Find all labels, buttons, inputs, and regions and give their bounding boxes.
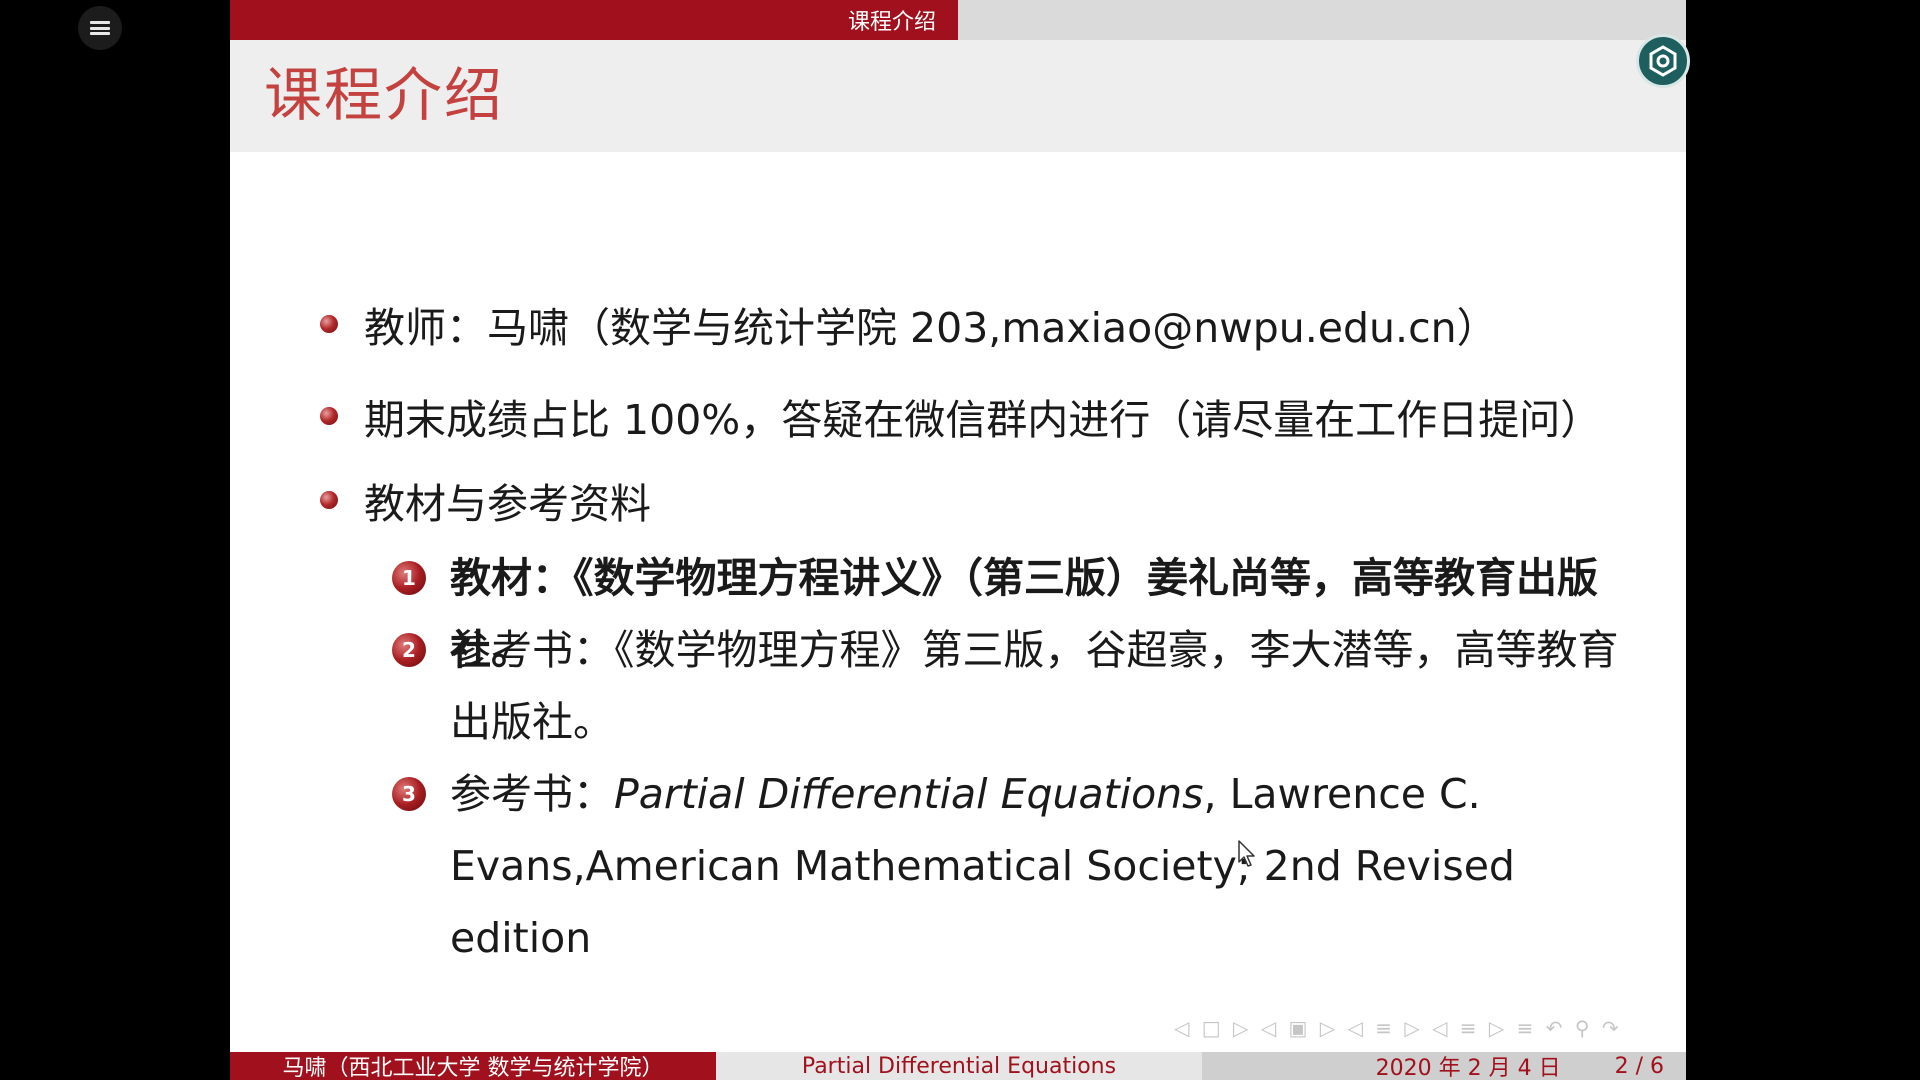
bullet-item-teacher: 教师：马啸（数学与统计学院 203,maxiao@nwpu.edu.cn） [320, 294, 1498, 354]
reference-item-2: 2 参考书：《数学物理方程》第三版，谷超豪，李大潜等，高等教育出版社。 [392, 614, 1630, 758]
bullet-ball-icon [320, 315, 338, 333]
bullet-text: 教师：马啸（数学与统计学院 203,maxiao@nwpu.edu.cn） [364, 304, 1498, 352]
bullet-ball-icon [320, 491, 338, 509]
footer-course-title: Partial Differential Equations [716, 1052, 1202, 1080]
bullet-item-grading: 期末成绩占比 100%，答疑在微信群内进行（请尽量在工作日提问） [320, 386, 1601, 446]
footer-date-page: 2020 年 2 月 4 日 2 / 6 [1202, 1052, 1686, 1080]
enum-number-badge: 2 [392, 633, 426, 667]
bullet-text: 教材与参考资料 [364, 480, 651, 528]
menu-button[interactable] [78, 6, 122, 50]
beamer-navigation-symbols[interactable]: ◁ □ ▷ ◁ ▣ ▷ ◁ ≡ ▷ ◁ ≡ ▷ ≡ ↶ ⚲ ↷ [1174, 1016, 1622, 1040]
frame-title: 课程介绍 [264, 61, 505, 129]
footer-date: 2020 年 2 月 4 日 [1375, 1056, 1561, 1080]
reference-book-title: Partial Differential Equations [614, 770, 1204, 818]
bullet-ball-icon [320, 407, 338, 425]
bullet-text: 期末成绩占比 100%，答疑在微信群内进行（请尽量在工作日提问） [364, 396, 1602, 444]
hamburger-menu-icon [90, 21, 110, 35]
section-nav-item-current[interactable]: 课程介绍 [230, 0, 958, 40]
section-nav-label: 课程介绍 [847, 10, 936, 35]
presentation-slide: 课程介绍 课程介绍 教师：马啸（数学与统计学院 203,maxiao@nwpu.… [230, 0, 1686, 1080]
reference-text: 参考书：《数学物理方程》第三版，谷超豪，李大潜等，高等教育出版社。 [450, 626, 1619, 746]
frame-title-band: 课程介绍 [230, 40, 1686, 152]
bullet-item-materials: 教材与参考资料 [320, 470, 651, 530]
screen: 课程介绍 课程介绍 教师：马啸（数学与统计学院 203,maxiao@nwpu.… [0, 0, 1920, 1080]
floating-action-button[interactable] [1636, 34, 1690, 88]
enum-number-badge: 3 [392, 777, 426, 811]
slide-footer: 马啸（西北工业大学 数学与统计学院） Partial Differential … [230, 1052, 1686, 1080]
enum-number-badge: 1 [392, 561, 426, 595]
footer-author: 马啸（西北工业大学 数学与统计学院） [230, 1052, 716, 1080]
hexagon-target-icon [1649, 45, 1677, 77]
reference-text: 参考书：Partial Differential Equations, Lawr… [450, 758, 1630, 974]
mouse-pointer-icon [1238, 840, 1255, 867]
footer-page-number: 2 / 6 [1614, 1053, 1664, 1079]
reference-prefix: 参考书： [450, 770, 614, 818]
reference-item-3: 3 参考书：Partial Differential Equations, La… [392, 758, 1630, 974]
